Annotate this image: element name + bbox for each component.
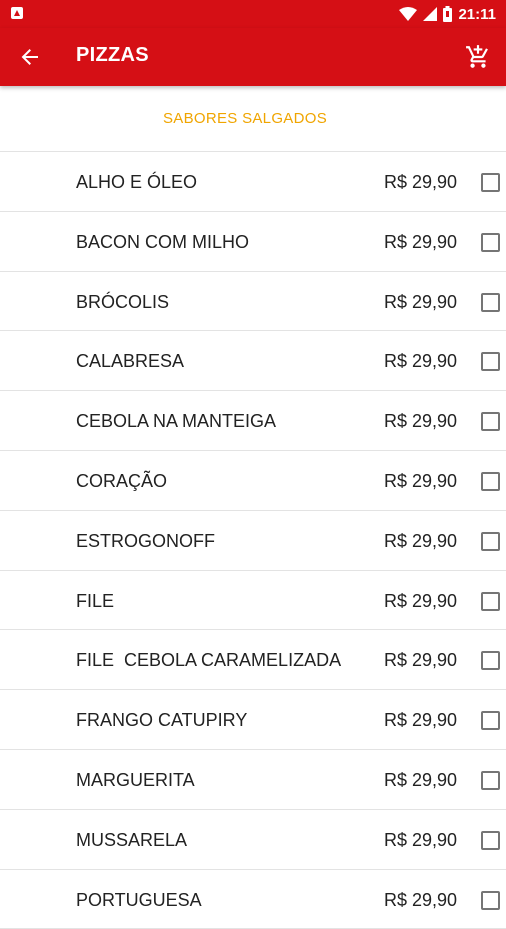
app-notification-icon [11,7,23,19]
list-item[interactable]: CEBOLA NA MANTEIGA R$ 29,90 [0,391,506,451]
item-name: CALABRESA [76,351,185,372]
item-price: R$ 29,90 [384,710,458,731]
item-name: BACON COM MILHO [76,231,250,252]
page-title: PIZZAS [76,44,149,66]
item-checkbox[interactable] [481,471,500,491]
list-item[interactable]: BACON COM MILHO R$ 29,90 [0,212,506,272]
item-price: R$ 29,90 [384,291,458,312]
item-name: PORTUGUESA [76,889,202,910]
arrow-back-icon [21,49,38,65]
item-checkbox[interactable] [481,711,500,731]
wifi-icon [399,7,418,21]
item-price: R$ 29,90 [384,470,458,491]
item-checkbox[interactable] [481,890,500,910]
status-time: 21:11 [458,5,496,23]
item-checkbox[interactable] [481,412,500,432]
item-price: R$ 29,90 [384,411,458,432]
item-checkbox[interactable] [481,830,500,850]
section-title: SABORES SALGADOS [162,110,328,127]
signal-icon [423,7,438,21]
item-price: R$ 29,90 [384,650,458,671]
list-item[interactable]: ALHO E ÓLEO R$ 29,90 [0,152,506,212]
item-price: R$ 29,90 [384,769,458,790]
list-item[interactable]: ESTROGONOFF R$ 29,90 [0,511,506,571]
list-item[interactable]: MARGUERITA R$ 29,90 [0,750,506,810]
flavor-list: ALHO E ÓLEO R$ 29,90 BACON COM MILHO R$ … [0,152,506,929]
item-price: R$ 29,90 [384,530,458,551]
list-item[interactable]: FILE R$ 29,90 [0,571,506,631]
status-bar: 21:11 [0,0,506,28]
battery-icon [443,6,453,22]
item-name: MUSSARELA [76,829,188,850]
item-name: BRÓCOLIS [76,291,170,312]
add-to-cart-icon [466,45,488,68]
item-name: CORAÇÃO [76,470,168,491]
item-price: R$ 29,90 [384,889,458,910]
section-header: SABORES SALGADOS [0,86,506,152]
item-price: R$ 29,90 [384,590,458,611]
item-name: CEBOLA NA MANTEIGA [76,411,277,432]
item-checkbox[interactable] [481,651,500,671]
back-button[interactable] [14,41,46,73]
list-item[interactable]: MUSSARELA R$ 29,90 [0,810,506,870]
item-price: R$ 29,90 [384,351,458,372]
item-checkbox[interactable] [481,173,500,192]
item-checkbox[interactable] [481,591,500,611]
item-name: ESTROGONOFF [76,530,215,551]
item-price: R$ 29,90 [384,231,458,252]
item-price: R$ 29,90 [384,829,458,850]
add-to-cart-button[interactable] [460,40,496,74]
item-checkbox[interactable] [481,232,500,252]
list-item[interactable]: BRÓCOLIS R$ 29,90 [0,272,506,332]
list-item[interactable]: PORTUGUESA R$ 29,90 [0,870,506,929]
item-name: FILE CEBOLA CARAMELIZADA [76,650,342,671]
list-item[interactable]: FRANGO CATUPIRY R$ 29,90 [0,690,506,750]
status-icons: 21:11 [399,4,496,24]
list-item[interactable]: CALABRESA R$ 29,90 [0,331,506,392]
list-item[interactable]: CORAÇÃO R$ 29,90 [0,451,506,511]
item-name: MARGUERITA [76,769,195,790]
item-price: R$ 29,90 [384,172,458,192]
item-checkbox[interactable] [481,531,500,551]
list-item[interactable]: FILE CEBOLA CARAMELIZADA R$ 29,90 [0,630,506,691]
item-name: FRANGO CATUPIRY [76,710,248,731]
item-checkbox[interactable] [481,352,500,372]
item-checkbox[interactable] [481,292,500,312]
app-bar: PIZZAS [0,28,506,86]
item-name: FILE [76,590,115,611]
item-name: ALHO E ÓLEO [76,172,198,192]
item-checkbox[interactable] [481,770,500,790]
